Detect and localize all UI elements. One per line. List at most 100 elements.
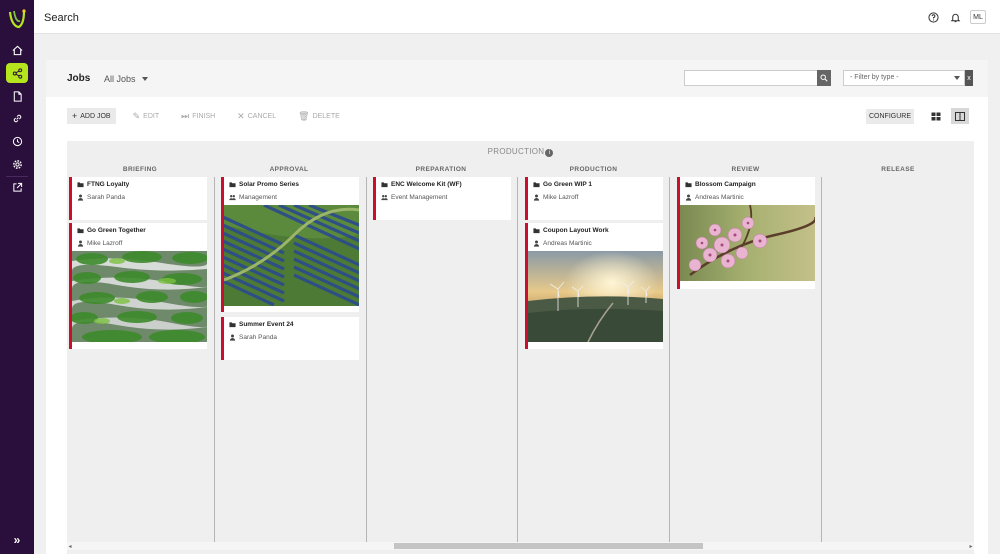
job-card[interactable]: ENC Welcome Kit (WF) Event Management bbox=[373, 177, 511, 220]
info-icon[interactable]: i bbox=[545, 149, 554, 157]
folder-icon bbox=[229, 182, 236, 188]
grid-icon bbox=[931, 112, 941, 120]
folder-icon bbox=[229, 322, 236, 328]
job-card[interactable]: Go Green WIP 1 Mike Lazroff bbox=[525, 177, 663, 220]
column-header-approval: APPROVAL bbox=[269, 166, 309, 173]
person-icon bbox=[685, 194, 692, 201]
page-title: Search bbox=[44, 12, 79, 24]
jobs-title: Jobs bbox=[67, 73, 91, 84]
share-icon[interactable] bbox=[6, 63, 28, 83]
horizontal-scrollbar[interactable]: ◂ ▸ bbox=[67, 542, 974, 550]
job-card-owner: Mike Lazroff bbox=[543, 194, 579, 201]
group-icon bbox=[229, 195, 236, 201]
expand-sidebar-button[interactable]: » bbox=[6, 532, 28, 548]
person-icon bbox=[533, 240, 540, 247]
solar-field-thumbnail bbox=[224, 205, 359, 306]
column-header-briefing: BRIEFING bbox=[122, 166, 158, 173]
avatar[interactable]: ML bbox=[970, 10, 986, 24]
job-card[interactable]: Blossom Campaign Andreas Martinic bbox=[677, 177, 815, 289]
job-card[interactable]: Summer Event 24 Sarah Panda bbox=[221, 317, 359, 360]
wind-turbines-thumbnail bbox=[528, 251, 663, 342]
column-divider bbox=[669, 177, 670, 545]
search-input[interactable] bbox=[684, 70, 818, 86]
jobs-panel: Jobs All Jobs - Filter by type - x + ADD… bbox=[46, 60, 988, 554]
link-icon[interactable] bbox=[6, 108, 28, 128]
delete-button[interactable]: 🗑 DELETE bbox=[293, 108, 345, 124]
document-icon[interactable] bbox=[6, 86, 28, 106]
job-card-title: Go Green Together bbox=[87, 227, 146, 234]
finish-button[interactable]: ⏭ FINISH bbox=[176, 108, 220, 124]
bell-icon[interactable] bbox=[948, 10, 962, 24]
plus-icon: + bbox=[72, 111, 78, 121]
column-divider bbox=[821, 177, 822, 545]
job-card-owner: Mike Lazroff bbox=[87, 240, 123, 247]
brand-logo[interactable] bbox=[7, 8, 27, 30]
job-card[interactable]: Solar Promo Series Management bbox=[221, 177, 359, 312]
gear-icon[interactable] bbox=[6, 154, 28, 174]
person-icon bbox=[77, 240, 84, 247]
job-card-owner: Andreas Martinic bbox=[695, 194, 744, 201]
folder-icon bbox=[77, 182, 84, 188]
configure-button[interactable]: CONFIGURE bbox=[866, 109, 914, 124]
left-sidebar: » bbox=[0, 0, 34, 554]
top-bar: Search ML bbox=[34, 0, 1000, 34]
filter-clear-button[interactable]: x bbox=[965, 70, 973, 86]
column-divider bbox=[366, 177, 367, 545]
help-icon[interactable] bbox=[926, 10, 940, 24]
add-job-button[interactable]: + ADD JOB bbox=[67, 108, 116, 124]
job-card-title: Go Green WIP 1 bbox=[543, 181, 593, 188]
pencil-icon: ✎ bbox=[132, 110, 141, 121]
trash-icon: 🗑 bbox=[298, 110, 310, 121]
job-card-owner: Event Management bbox=[391, 194, 448, 201]
job-card[interactable]: Go Green Together Mike Lazroff bbox=[69, 223, 207, 349]
column-view-button[interactable] bbox=[951, 108, 969, 124]
clock-icon[interactable] bbox=[6, 131, 28, 151]
folder-icon bbox=[381, 182, 388, 188]
folder-icon bbox=[533, 182, 540, 188]
column-header-review: REVIEW bbox=[731, 166, 760, 173]
job-card-owner: Sarah Panda bbox=[239, 334, 277, 341]
job-card-title: Coupon Layout Work bbox=[543, 227, 609, 234]
column-header-production: PRODUCTION bbox=[569, 166, 618, 173]
column-header-preparation: PREPARATION bbox=[415, 166, 467, 173]
group-icon bbox=[381, 195, 388, 201]
kanban-board: PRODUCTION i BRIEFING APPROVAL PREPARATIO… bbox=[67, 141, 974, 554]
job-toolbar: + ADD JOB ✎ EDIT ⏭ FINISH ✕ CANCEL 🗑 DEL… bbox=[67, 108, 345, 124]
filter-by-type-select[interactable]: - Filter by type - bbox=[843, 70, 965, 86]
job-card-title: ENC Welcome Kit (WF) bbox=[391, 181, 462, 188]
chevron-down-icon bbox=[142, 77, 149, 81]
person-icon bbox=[77, 194, 84, 201]
cherry-blossom-thumbnail bbox=[680, 205, 815, 281]
cancel-label: CANCEL bbox=[247, 112, 277, 120]
job-card-title: Blossom Campaign bbox=[695, 181, 756, 188]
folder-icon bbox=[533, 228, 540, 234]
jobs-view-dropdown[interactable]: All Jobs bbox=[104, 74, 149, 84]
scroll-left-icon[interactable]: ◂ bbox=[67, 542, 73, 550]
job-card-owner: Management bbox=[239, 194, 277, 201]
search-button[interactable] bbox=[817, 70, 831, 86]
close-icon: ✕ bbox=[237, 110, 245, 121]
person-icon bbox=[229, 334, 236, 341]
columns-icon bbox=[955, 111, 965, 121]
job-card[interactable]: Coupon Layout Work Andreas Martinic bbox=[525, 223, 663, 349]
fast-forward-icon: ⏭ bbox=[181, 110, 190, 121]
add-job-label: ADD JOB bbox=[80, 112, 111, 120]
column-divider bbox=[214, 177, 215, 545]
home-icon[interactable] bbox=[6, 40, 28, 60]
job-card-owner: Sarah Panda bbox=[87, 194, 125, 201]
chevron-down-icon bbox=[954, 76, 960, 80]
external-link-icon[interactable] bbox=[6, 177, 28, 197]
job-card-title: Solar Promo Series bbox=[239, 181, 299, 188]
folder-icon bbox=[77, 228, 84, 234]
edit-button[interactable]: ✎ EDIT bbox=[128, 108, 165, 124]
search-icon bbox=[820, 74, 828, 82]
scroll-right-icon[interactable]: ▸ bbox=[968, 542, 974, 550]
cancel-button[interactable]: ✕ CANCEL bbox=[232, 108, 281, 124]
finish-label: FINISH bbox=[192, 112, 216, 120]
scrollbar-thumb[interactable] bbox=[394, 543, 703, 549]
job-card[interactable]: FTNG Loyalty Sarah Panda bbox=[69, 177, 207, 220]
person-icon bbox=[533, 194, 540, 201]
grid-view-button[interactable] bbox=[927, 108, 945, 124]
job-card-owner: Andreas Martinic bbox=[543, 240, 592, 247]
job-card-title: Summer Event 24 bbox=[239, 321, 294, 328]
